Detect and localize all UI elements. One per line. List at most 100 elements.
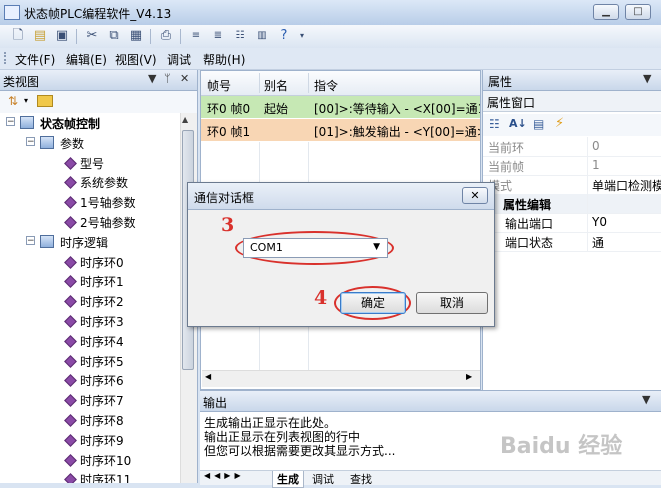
save-icon[interactable]: ▣ (54, 28, 70, 44)
pin-icon[interactable]: ᛘ (164, 72, 171, 85)
property-key: 当前帧 (488, 160, 525, 174)
col-frame-header[interactable]: 帧号 (207, 77, 231, 94)
property-object-selector[interactable]: 属性窗口 (483, 91, 661, 112)
menu-edit[interactable]: 编辑(E) (66, 51, 107, 68)
cancel-button[interactable]: 取消 (416, 292, 488, 314)
alphabetical-icon[interactable]: A↓ (509, 117, 527, 130)
tree-item-label: 时序环0 (80, 255, 124, 270)
tree-item[interactable]: 时序环0 (0, 252, 180, 272)
table-row[interactable]: 环0 帧0 起始 [00]>:等待输入 - <X[00]=通1> (201, 96, 480, 118)
dropdown-icon[interactable]: ▼ (643, 72, 651, 85)
scroll-right-icon[interactable]: ▶ (466, 372, 472, 381)
sort-icon[interactable]: ⇅ (8, 94, 18, 108)
tree-item[interactable]: 2号轴参数 (0, 212, 180, 232)
item-icon (64, 354, 77, 368)
col-instr-header[interactable]: 指令 (314, 77, 338, 94)
tree-item-label: 时序环4 (80, 334, 124, 349)
property-row[interactable]: 端口状态 通 (483, 232, 661, 252)
help-icon[interactable]: ? (276, 28, 292, 44)
toolbar: 🗋 ▤ ▣ ✂ ⧉ ▦ ⎙ ≡ ≣ ☷ ▥ ? ▾ (0, 25, 661, 49)
minimize-button[interactable]: ▁ (593, 4, 619, 20)
menu-file[interactable]: 文件(F) (15, 51, 55, 68)
dropdown-icon[interactable]: ▼ (148, 72, 156, 85)
window-title: 状态帧PLC编程软件_V4.13 (24, 7, 172, 21)
copy-icon[interactable]: ⧉ (106, 28, 122, 44)
folder-icon[interactable] (37, 95, 53, 107)
tree-item[interactable]: 时序环11 (0, 469, 180, 483)
tab-find[interactable]: 查找 (350, 471, 372, 487)
communication-dialog: 通信对话框 ✕ 3 COM1 ▼ 4 确定 取消 (187, 182, 495, 327)
categorized-icon[interactable]: ☷ (489, 117, 500, 131)
events-icon[interactable]: ⚡ (555, 116, 564, 131)
dropdown-icon[interactable]: ▼ (642, 393, 650, 406)
close-icon[interactable]: ✕ (180, 72, 189, 85)
tab-build[interactable]: 生成 (272, 471, 304, 488)
tab-navigation-icon[interactable]: ◀◀▶▶ (204, 471, 245, 480)
ok-button[interactable]: 确定 (340, 292, 406, 314)
col-alias-header[interactable]: 别名 (264, 77, 288, 94)
tree-item[interactable]: 时序环1 (0, 271, 180, 291)
tree-item[interactable]: 时序环9 (0, 430, 180, 450)
tree-item[interactable]: 时序环4 (0, 331, 180, 351)
tree-item-label: 系统参数 (80, 176, 129, 191)
tree-item[interactable]: 时序环6 (0, 370, 180, 390)
item-icon (64, 473, 77, 483)
cut-icon[interactable]: ✂ (84, 28, 100, 44)
dialog-close-button[interactable]: ✕ (462, 187, 488, 204)
item-icon (64, 216, 77, 229)
align-left-icon[interactable]: ≡ (188, 28, 204, 44)
collapse-icon[interactable]: − (26, 136, 35, 146)
property-pages-icon[interactable]: ▤ (533, 117, 544, 131)
paste-icon[interactable]: ▦ (128, 28, 144, 44)
tree-item[interactable]: 时序环5 (0, 351, 180, 371)
tree-item[interactable]: 系统参数 (0, 172, 180, 192)
print-icon[interactable]: ⎙ (158, 28, 174, 44)
open-folder-icon[interactable]: ▤ (32, 28, 48, 44)
sort-dropdown-icon[interactable]: ▾ (24, 96, 28, 105)
list-icon[interactable]: ☷ (232, 28, 248, 44)
collapse-icon[interactable]: − (26, 235, 35, 245)
app-icon (4, 5, 20, 20)
chevron-down-icon: ▼ (373, 242, 380, 252)
table-horizontal-scrollbar[interactable]: ◀ ▶ (202, 370, 480, 387)
properties-title: 属性 (488, 75, 513, 89)
grid-icon[interactable]: ▥ (254, 28, 270, 44)
property-row[interactable]: 属性编辑 (483, 194, 661, 214)
tree-item[interactable]: 时序环7 (0, 390, 180, 410)
menu-debug[interactable]: 调试 (167, 51, 191, 68)
tree-item-label: 参数 (60, 136, 85, 151)
property-key: 属性编辑 (503, 198, 552, 212)
class-view-panel: 类视图 ▼ ᛘ ✕ ⇅ ▾ − 状态帧控制 − 参数 型号 系统参数 1号轴参数 2号轴参数 −… (0, 70, 198, 483)
tree-item[interactable]: 时序环3 (0, 311, 180, 331)
tree-item[interactable]: 时序环8 (0, 410, 180, 430)
tree-item[interactable]: 时序环2 (0, 291, 180, 311)
module-icon (20, 116, 34, 129)
scroll-left-icon[interactable]: ◀ (205, 372, 211, 381)
tree-item[interactable]: − 状态帧控制 (0, 113, 180, 133)
com-port-select[interactable]: COM1 ▼ (243, 238, 388, 258)
menu-view[interactable]: 视图(V) (115, 51, 157, 68)
new-file-icon[interactable]: 🗋 (10, 28, 26, 44)
tree-item[interactable]: 1号轴参数 (0, 192, 180, 212)
scroll-up-icon[interactable]: ▲ (182, 115, 188, 124)
item-icon (64, 453, 77, 467)
tree-item[interactable]: 型号 (0, 153, 180, 173)
table-header: 帧号 别名 指令 (201, 71, 480, 96)
tree-item-label: 状态帧控制 (40, 117, 101, 131)
table-row[interactable]: 环0 帧1 [01]>:触发输出 - <Y[00]=通> (201, 119, 480, 141)
step-4-annotation: 4 (314, 287, 328, 309)
property-row[interactable]: 当前环 0 (483, 137, 661, 157)
collapse-icon[interactable]: − (6, 117, 15, 127)
property-row[interactable]: 模式 单端口检测模 (483, 175, 661, 195)
property-row[interactable]: 当前帧 1 (483, 156, 661, 176)
property-row[interactable]: 输出端口 Y0 (483, 213, 661, 233)
toolbar-overflow-icon[interactable]: ▾ (294, 28, 310, 44)
menu-help[interactable]: 帮助(H) (203, 51, 245, 68)
maximize-button[interactable]: □ (625, 4, 651, 20)
tree-item[interactable]: − 时序逻辑 (0, 232, 180, 252)
tree-item-label: 时序逻辑 (60, 235, 109, 250)
tree-item[interactable]: − 参数 (0, 133, 180, 153)
align-center-icon[interactable]: ≣ (210, 28, 226, 44)
tree-item[interactable]: 时序环10 (0, 450, 180, 470)
tab-debug[interactable]: 调试 (312, 471, 334, 487)
